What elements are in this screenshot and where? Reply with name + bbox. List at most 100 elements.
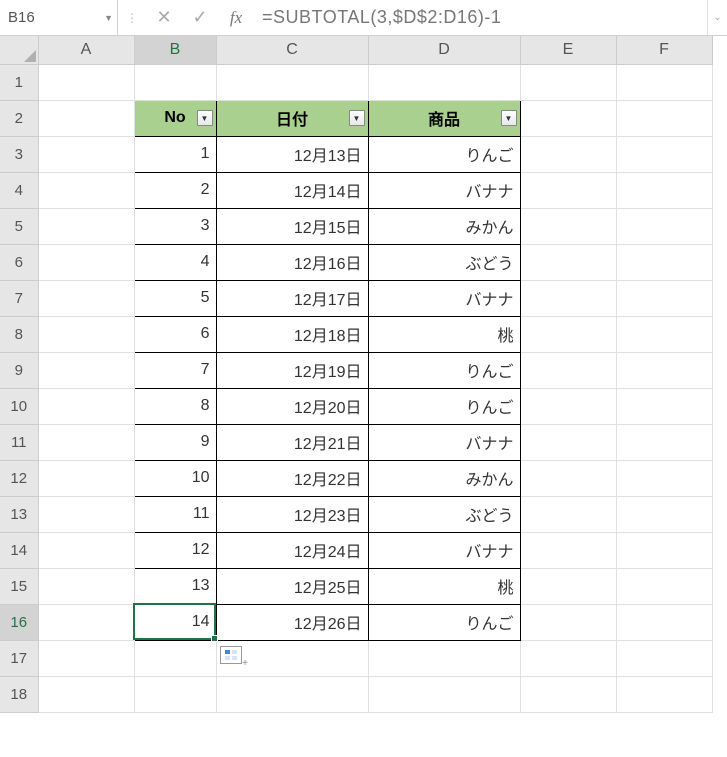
row-head-6[interactable]: 6: [0, 244, 38, 280]
cell-C5[interactable]: 12月15日: [216, 208, 368, 244]
cell-F14[interactable]: [616, 532, 712, 568]
cell-B18[interactable]: [134, 676, 216, 712]
row-head-13[interactable]: 13: [0, 496, 38, 532]
cell-C13[interactable]: 12月23日: [216, 496, 368, 532]
cell-B7[interactable]: 5: [134, 280, 216, 316]
col-head-D[interactable]: D: [368, 36, 520, 64]
cell-E12[interactable]: [520, 460, 616, 496]
cell-C6[interactable]: 12月16日: [216, 244, 368, 280]
filter-button[interactable]: ▼: [501, 110, 517, 126]
row-head-7[interactable]: 7: [0, 280, 38, 316]
cell-E11[interactable]: [520, 424, 616, 460]
cell-C16[interactable]: 12月26日: [216, 604, 368, 640]
row-head-11[interactable]: 11: [0, 424, 38, 460]
cell-F2[interactable]: [616, 100, 712, 136]
cell-C11[interactable]: 12月21日: [216, 424, 368, 460]
cell-D4[interactable]: バナナ: [368, 172, 520, 208]
cell-C10[interactable]: 12月20日: [216, 388, 368, 424]
cell-A15[interactable]: [38, 568, 134, 604]
row-head-1[interactable]: 1: [0, 64, 38, 100]
cell-A18[interactable]: [38, 676, 134, 712]
cell-B11[interactable]: 9: [134, 424, 216, 460]
cell-D11[interactable]: バナナ: [368, 424, 520, 460]
filter-button[interactable]: ▼: [349, 110, 365, 126]
row-head-16[interactable]: 16: [0, 604, 38, 640]
cell-E5[interactable]: [520, 208, 616, 244]
cell-F13[interactable]: [616, 496, 712, 532]
cell-A6[interactable]: [38, 244, 134, 280]
cell-F7[interactable]: [616, 280, 712, 316]
cell-D9[interactable]: りんご: [368, 352, 520, 388]
cell-D13[interactable]: ぶどう: [368, 496, 520, 532]
cell-A12[interactable]: [38, 460, 134, 496]
cell-D1[interactable]: [368, 64, 520, 100]
cell-F16[interactable]: [616, 604, 712, 640]
cell-D18[interactable]: [368, 676, 520, 712]
cell-C7[interactable]: 12月17日: [216, 280, 368, 316]
row-head-10[interactable]: 10: [0, 388, 38, 424]
cell-B9[interactable]: 7: [134, 352, 216, 388]
accept-formula-button[interactable]: ✓: [182, 0, 218, 35]
cell-B4[interactable]: 2: [134, 172, 216, 208]
cell-D17[interactable]: [368, 640, 520, 676]
cell-C2[interactable]: 日付▼: [216, 100, 368, 136]
cell-F10[interactable]: [616, 388, 712, 424]
cell-E1[interactable]: [520, 64, 616, 100]
cell-D7[interactable]: バナナ: [368, 280, 520, 316]
row-head-3[interactable]: 3: [0, 136, 38, 172]
row-head-15[interactable]: 15: [0, 568, 38, 604]
cell-B17[interactable]: [134, 640, 216, 676]
cell-A17[interactable]: [38, 640, 134, 676]
cell-B3[interactable]: 1: [134, 136, 216, 172]
cell-D14[interactable]: バナナ: [368, 532, 520, 568]
cell-B13[interactable]: 11: [134, 496, 216, 532]
row-head-9[interactable]: 9: [0, 352, 38, 388]
row-head-4[interactable]: 4: [0, 172, 38, 208]
row-head-8[interactable]: 8: [0, 316, 38, 352]
cell-F1[interactable]: [616, 64, 712, 100]
cell-E18[interactable]: [520, 676, 616, 712]
cell-E3[interactable]: [520, 136, 616, 172]
cell-F15[interactable]: [616, 568, 712, 604]
cell-A3[interactable]: [38, 136, 134, 172]
col-head-F[interactable]: F: [616, 36, 712, 64]
cell-F6[interactable]: [616, 244, 712, 280]
cell-D3[interactable]: りんご: [368, 136, 520, 172]
autofill-options-button[interactable]: +: [220, 646, 242, 664]
cell-E8[interactable]: [520, 316, 616, 352]
cell-E13[interactable]: [520, 496, 616, 532]
cell-F17[interactable]: [616, 640, 712, 676]
cell-D8[interactable]: 桃: [368, 316, 520, 352]
cell-E2[interactable]: [520, 100, 616, 136]
cell-A11[interactable]: [38, 424, 134, 460]
cell-B1[interactable]: [134, 64, 216, 100]
cell-C18[interactable]: [216, 676, 368, 712]
cell-C9[interactable]: 12月19日: [216, 352, 368, 388]
dropdown-icon[interactable]: ▼: [104, 13, 113, 23]
row-head-14[interactable]: 14: [0, 532, 38, 568]
cell-F18[interactable]: [616, 676, 712, 712]
cell-D16[interactable]: りんご: [368, 604, 520, 640]
cell-D5[interactable]: みかん: [368, 208, 520, 244]
cell-A5[interactable]: [38, 208, 134, 244]
cell-F12[interactable]: [616, 460, 712, 496]
cell-F3[interactable]: [616, 136, 712, 172]
row-head-18[interactable]: 18: [0, 676, 38, 712]
cell-C12[interactable]: 12月22日: [216, 460, 368, 496]
filter-button[interactable]: ▼: [197, 110, 213, 126]
cell-E14[interactable]: [520, 532, 616, 568]
cell-A10[interactable]: [38, 388, 134, 424]
cell-A1[interactable]: [38, 64, 134, 100]
cell-A4[interactable]: [38, 172, 134, 208]
col-head-A[interactable]: A: [38, 36, 134, 64]
cell-B8[interactable]: 6: [134, 316, 216, 352]
cell-F11[interactable]: [616, 424, 712, 460]
cell-C14[interactable]: 12月24日: [216, 532, 368, 568]
cell-C8[interactable]: 12月18日: [216, 316, 368, 352]
cell-A7[interactable]: [38, 280, 134, 316]
cell-D6[interactable]: ぶどう: [368, 244, 520, 280]
cell-C15[interactable]: 12月25日: [216, 568, 368, 604]
cell-E10[interactable]: [520, 388, 616, 424]
cell-B6[interactable]: 4: [134, 244, 216, 280]
cell-D2[interactable]: 商品▼: [368, 100, 520, 136]
